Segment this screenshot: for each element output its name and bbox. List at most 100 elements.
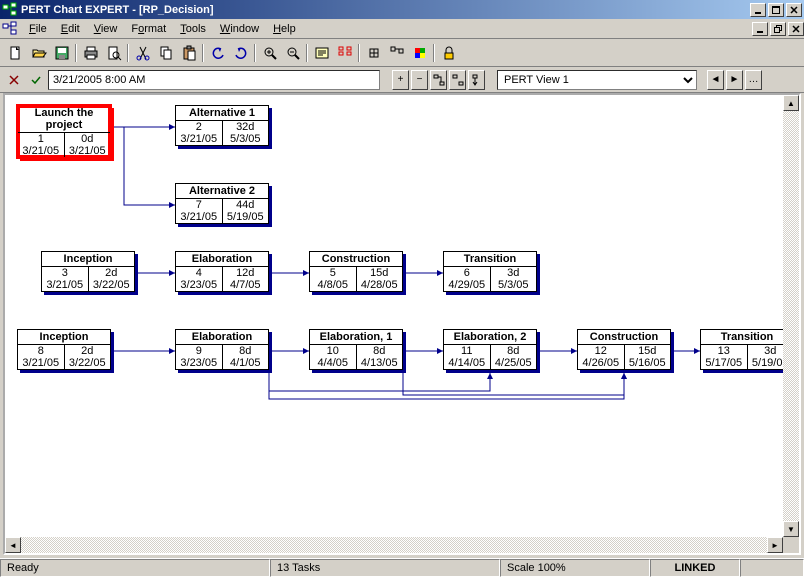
paste-button[interactable] — [177, 42, 200, 64]
menu-help[interactable]: Help — [266, 21, 303, 37]
menu-file[interactable]: File — [22, 21, 54, 37]
unlink-button[interactable] — [449, 70, 466, 90]
menu-edit[interactable]: Edit — [54, 21, 87, 37]
task-node-3[interactable]: Inception 32d 3/21/053/22/05 — [41, 251, 135, 292]
task-node-1[interactable]: Launch the project 10d 3/21/053/21/05 — [17, 105, 111, 158]
task-start: 3/21/05 — [42, 279, 89, 291]
app-icon — [2, 2, 18, 18]
add-button[interactable]: + — [392, 70, 409, 90]
vertical-scrollbar[interactable]: ▲ ▼ — [783, 95, 799, 537]
cut-button[interactable] — [131, 42, 154, 64]
task-title: Transition — [444, 252, 536, 267]
task-title: Elaboration, 1 — [310, 330, 402, 345]
task-dur: 15d — [357, 267, 403, 279]
task-id: 7 — [176, 199, 223, 211]
menu-tools[interactable]: Tools — [173, 21, 213, 37]
view-selector[interactable]: PERT View 1 — [497, 70, 697, 90]
cancel-edit-button[interactable] — [4, 70, 24, 90]
task-node-12[interactable]: Construction 1215d 4/26/055/16/05 — [577, 329, 671, 370]
menu-window[interactable]: Window — [213, 21, 266, 37]
task-node-8[interactable]: Inception 82d 3/21/053/22/05 — [17, 329, 111, 370]
color-button[interactable] — [408, 42, 431, 64]
redo-button[interactable] — [229, 42, 252, 64]
link-button[interactable] — [430, 70, 447, 90]
task-node-6[interactable]: Transition 63d 4/29/055/3/05 — [443, 251, 537, 292]
task-id: 5 — [310, 267, 357, 279]
menu-format[interactable]: Format — [124, 21, 173, 37]
task-start: 4/14/05 — [444, 357, 491, 369]
task-end: 4/13/05 — [357, 357, 403, 369]
task-dur: 15d — [625, 345, 671, 357]
task-id: 1 — [18, 133, 65, 145]
task-node-5[interactable]: Construction 515d 4/8/054/28/05 — [309, 251, 403, 292]
task-start: 4/8/05 — [310, 279, 357, 291]
doc-minimize-button[interactable] — [752, 22, 768, 36]
main-toolbar — [0, 39, 804, 67]
doc-close-button[interactable] — [788, 22, 804, 36]
task-start: 3/23/05 — [176, 357, 223, 369]
undo-button[interactable] — [206, 42, 229, 64]
menu-view[interactable]: View — [87, 21, 125, 37]
print-button[interactable] — [79, 42, 102, 64]
close-button[interactable] — [786, 3, 802, 17]
task-dur: 3d — [491, 267, 537, 279]
accept-edit-button[interactable] — [26, 70, 46, 90]
doc-restore-button[interactable] — [770, 22, 786, 36]
scroll-left-button[interactable]: ◄ — [5, 537, 21, 553]
more-button[interactable]: … — [745, 70, 762, 90]
drop-button[interactable] — [468, 70, 485, 90]
zoom-in-button[interactable] — [258, 42, 281, 64]
preview-button[interactable] — [102, 42, 125, 64]
horizontal-scrollbar[interactable]: ◄ ► — [5, 537, 783, 553]
task-node-9[interactable]: Elaboration 98d 3/23/054/1/05 — [175, 329, 269, 370]
status-bar: Ready 13 Tasks Scale 100% LINKED — [0, 558, 804, 577]
task-end: 3/22/05 — [65, 357, 111, 369]
task-title: Elaboration, 2 — [444, 330, 536, 345]
save-button[interactable] — [50, 42, 73, 64]
task-node-11[interactable]: Elaboration, 2 118d 4/14/054/25/05 — [443, 329, 537, 370]
task-end: 4/25/05 — [491, 357, 537, 369]
grid2-button[interactable] — [385, 42, 408, 64]
prev-button[interactable]: ◄ — [707, 70, 724, 90]
task-id: 12 — [578, 345, 625, 357]
open-button[interactable] — [27, 42, 50, 64]
task-start: 4/26/05 — [578, 357, 625, 369]
task-end: 3/21/05 — [65, 145, 111, 157]
task-start: 3/21/05 — [18, 357, 65, 369]
scroll-up-button[interactable]: ▲ — [783, 95, 799, 111]
status-mode: LINKED — [650, 559, 740, 577]
remove-button[interactable]: − — [411, 70, 428, 90]
zoom-out-button[interactable] — [281, 42, 304, 64]
lock-button[interactable] — [437, 42, 460, 64]
task-id: 6 — [444, 267, 491, 279]
minimize-button[interactable] — [750, 3, 766, 17]
task-start: 3/21/05 — [176, 211, 223, 223]
task-title: Elaboration — [176, 330, 268, 345]
task-dur: 0d — [65, 133, 111, 145]
title-bar: PERT Chart EXPERT - [RP_Decision] — [0, 0, 804, 19]
maximize-button[interactable] — [768, 3, 784, 17]
layout-button[interactable] — [333, 42, 356, 64]
chart-canvas[interactable]: Launch the project 10d 3/21/053/21/05 Alt… — [5, 95, 799, 553]
hscroll-track[interactable] — [21, 537, 767, 553]
task-node-4[interactable]: Elaboration 412d 3/23/054/7/05 — [175, 251, 269, 292]
task-node-7[interactable]: Alternative 2 744d 3/21/055/19/05 — [175, 183, 269, 224]
task-end: 5/16/05 — [625, 357, 671, 369]
task-id: 10 — [310, 345, 357, 357]
new-button[interactable] — [4, 42, 27, 64]
scroll-right-button[interactable]: ► — [767, 537, 783, 553]
grid1-button[interactable] — [362, 42, 385, 64]
task-node-2[interactable]: Alternative 1 232d 3/21/055/3/05 — [175, 105, 269, 146]
task-id: 4 — [176, 267, 223, 279]
task-node-13[interactable]: Transition 133d 5/17/055/19/05 — [700, 329, 794, 370]
copy-button[interactable] — [154, 42, 177, 64]
next-button[interactable]: ► — [726, 70, 743, 90]
date-field[interactable] — [48, 70, 380, 90]
task-node-10[interactable]: Elaboration, 1 108d 4/4/054/13/05 — [309, 329, 403, 370]
date-view-bar: + − PERT View 1 ◄ ► … — [0, 67, 804, 93]
task-end: 3/22/05 — [89, 279, 135, 291]
scroll-down-button[interactable]: ▼ — [783, 521, 799, 537]
task-dur: 32d — [223, 121, 269, 133]
notes-button[interactable] — [310, 42, 333, 64]
vscroll-track[interactable] — [783, 111, 799, 521]
